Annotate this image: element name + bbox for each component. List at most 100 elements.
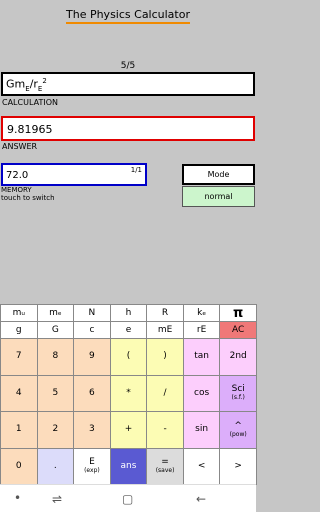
key-label: 6 [89,387,95,398]
key-ac[interactable]: AC [219,321,257,339]
answer-label: ANSWER [2,142,38,151]
keypad: mᵤ mₑ Nh Rkₑ π g Gc e mE rE AC 7 8 9 () tan 2nd 4 5 6 * / cos S… [0,304,257,485]
key-label: - [163,424,167,435]
key-label: = [161,457,169,468]
key-sublabel: (save) [155,467,175,475]
key-pow[interactable]: ^ (pow) [219,411,257,449]
app-title: The Physics Calculator [0,8,256,24]
key-label: 2 [52,424,59,435]
recent-apps-icon[interactable]: ⇌ [52,492,62,506]
key-label: e [125,324,132,335]
key-label: R [161,307,169,318]
key-c[interactable]: c [73,321,111,339]
key-save[interactable]: = (save) [146,447,184,485]
memory-index: 1/1 [130,166,142,174]
key-me[interactable]: mₑ [36,304,75,322]
key-label: * [126,387,131,398]
key-label: 9 [89,351,95,362]
key-0[interactable]: 0 [0,447,38,485]
navigation-bar: • ⇌ ▢ ← [0,484,256,512]
key-avogadro[interactable]: N [73,304,111,322]
key-1[interactable]: 1 [0,411,38,449]
key-label: mE [157,324,173,335]
key-label: tan [194,351,209,362]
key-label: N [88,307,96,318]
key-label: ans [120,460,137,471]
key-label: rE [196,324,207,335]
calculation-display[interactable]: GmE/rE2 [1,72,255,96]
mode-button[interactable]: Mode [182,164,255,185]
key-label: ) [163,351,167,362]
key-label: ^ [234,420,242,431]
key-label: E [89,457,95,468]
key-4[interactable]: 4 [0,374,38,412]
key-coulomb[interactable]: kₑ [182,304,221,322]
key-left[interactable]: < [182,447,221,485]
key-right[interactable]: > [219,447,257,485]
memory-value: 72.0 [6,170,29,181]
key-label: g [15,324,22,335]
key-sci[interactable]: Sci (s.f.) [219,374,257,412]
page-indicator: 5/5 [120,61,136,71]
key-label: < [197,460,206,471]
key-label: 7 [15,351,22,362]
key-sublabel: (exp) [84,467,100,475]
key-9[interactable]: 9 [73,338,111,376]
key-label: / [163,387,167,398]
key-label: mᵤ [12,307,25,318]
key-divide[interactable]: / [146,374,184,412]
key-close-paren[interactable]: ) [146,338,184,376]
answer-display[interactable]: 9.81965 [1,116,255,141]
key-label: 3 [89,424,95,435]
key-label: 5 [52,387,59,398]
key-label: AC [232,324,245,335]
memory-label: MEMORY touch to switch [1,186,55,202]
key-tan[interactable]: tan [182,338,221,376]
key-exp[interactable]: E (exp) [73,447,111,485]
key-label: 0 [15,460,22,471]
key-2nd[interactable]: 2nd [219,338,257,376]
key-3[interactable]: 3 [73,411,111,449]
key-8[interactable]: 8 [36,338,75,376]
memory-display[interactable]: 72.0 1/1 [1,163,147,186]
key-g[interactable]: g [0,321,38,339]
calculation-label: CALCULATION [2,98,58,107]
key-7[interactable]: 7 [0,338,38,376]
key-label: 2nd [229,351,247,362]
key-ans[interactable]: ans [109,447,148,485]
key-earth-radius[interactable]: rE [182,321,221,339]
key-gas-constant[interactable]: R [146,304,184,322]
key-minus[interactable]: - [146,411,184,449]
key-label: > [234,460,242,471]
key-gravitational[interactable]: G [36,321,75,339]
key-2[interactable]: 2 [36,411,75,449]
back-icon[interactable]: ← [196,492,206,506]
key-label: 1 [15,424,22,435]
key-plus[interactable]: + [109,411,148,449]
key-open-paren[interactable]: ( [109,338,148,376]
key-label: G [51,324,59,335]
key-earth-mass[interactable]: mE [146,321,184,339]
key-5[interactable]: 5 [36,374,75,412]
key-planck[interactable]: h [109,304,148,322]
key-pi[interactable]: π [219,304,257,322]
key-label: 8 [52,351,59,362]
key-dot[interactable]: . [36,447,75,485]
key-label: kₑ [197,307,207,318]
key-label: π [233,305,244,321]
key-label: 4 [15,387,22,398]
key-sin[interactable]: sin [182,411,221,449]
key-label: c [89,324,95,335]
key-label: Sci [231,384,245,395]
key-mu[interactable]: mᵤ [0,304,38,322]
menu-dot-icon[interactable]: • [14,491,21,505]
mode-value[interactable]: normal [182,186,255,207]
key-cos[interactable]: cos [182,374,221,412]
key-e[interactable]: e [109,321,148,339]
key-label: sin [195,424,209,435]
key-6[interactable]: 6 [73,374,111,412]
key-multiply[interactable]: * [109,374,148,412]
key-label: ( [126,351,131,362]
key-label: mₑ [49,307,62,318]
home-icon[interactable]: ▢ [122,492,133,506]
